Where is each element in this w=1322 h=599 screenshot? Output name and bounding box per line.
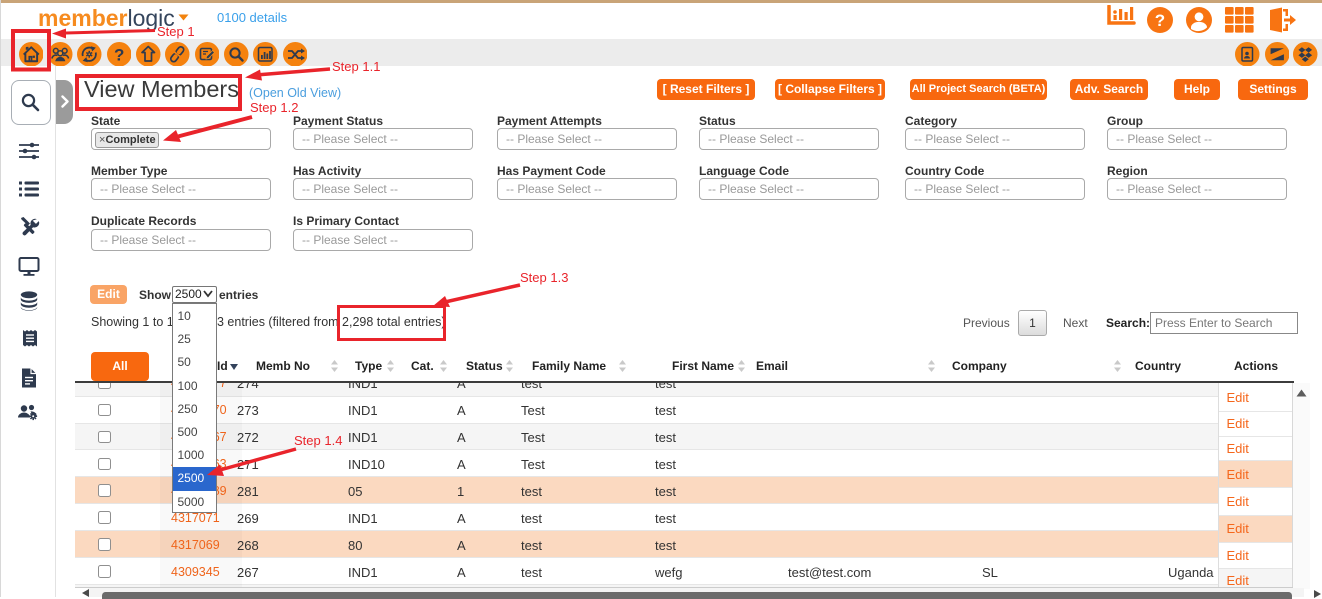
svg-text:?: ? — [1155, 11, 1165, 30]
svg-text:?: ? — [114, 45, 124, 64]
